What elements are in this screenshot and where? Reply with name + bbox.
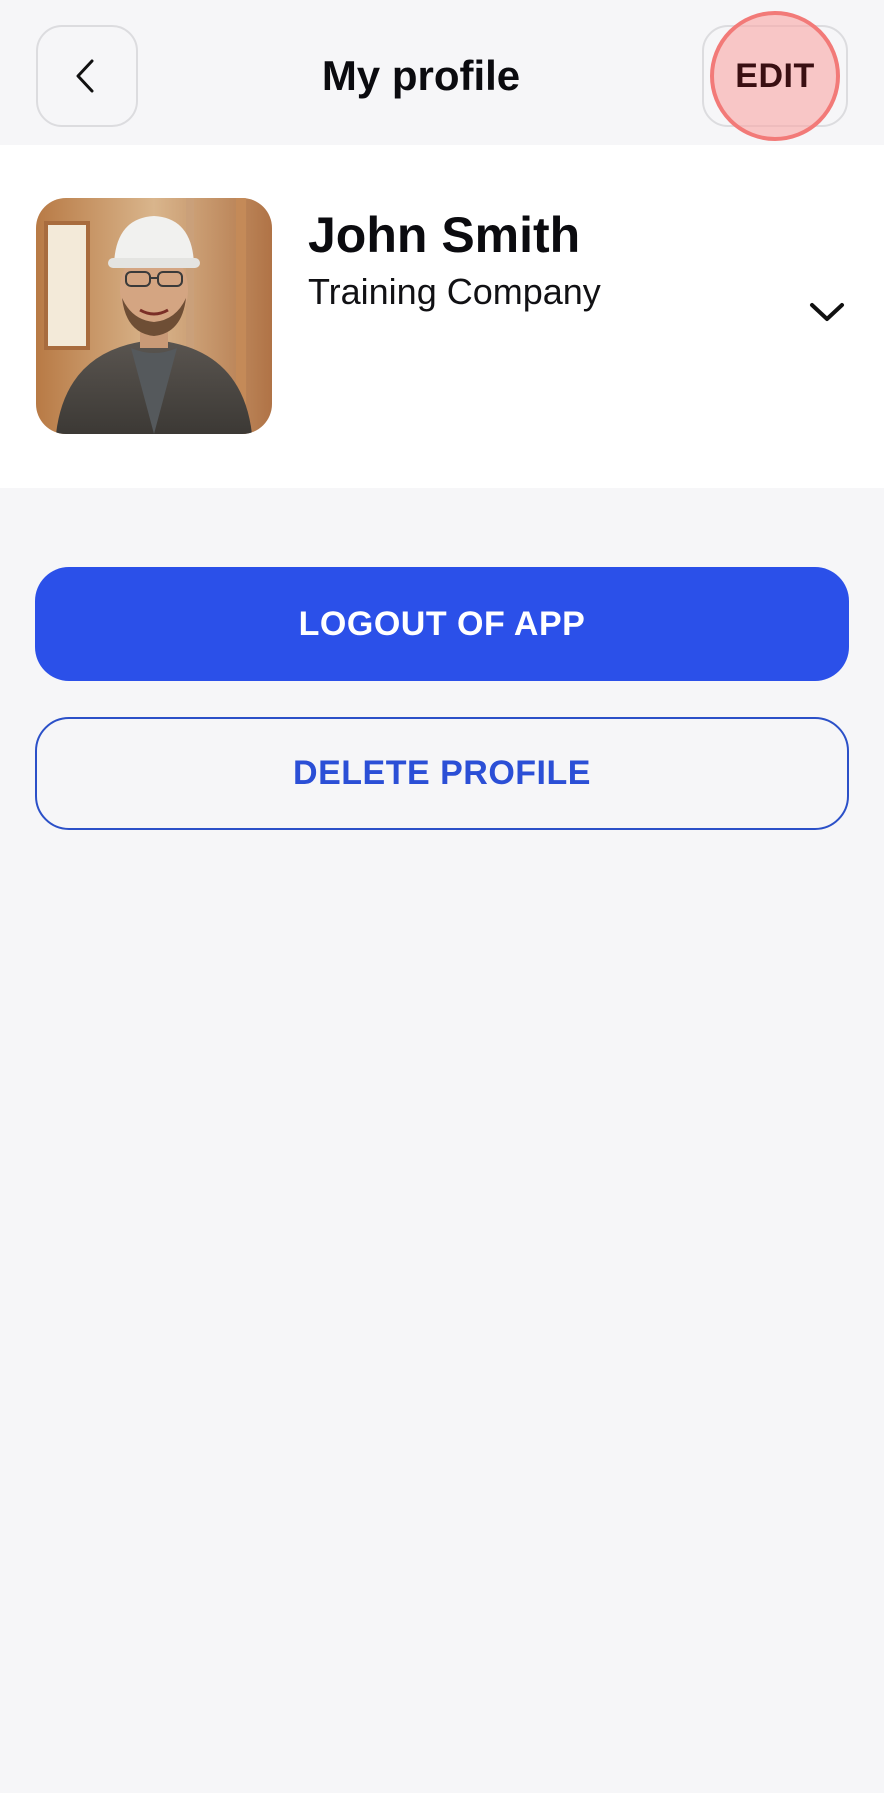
expand-profile-button[interactable] bbox=[800, 285, 854, 339]
chevron-down-icon bbox=[810, 303, 844, 321]
logout-button[interactable]: LOGOUT OF APP bbox=[35, 567, 849, 681]
avatar-photo bbox=[36, 198, 272, 434]
delete-profile-button[interactable]: DELETE PROFILE bbox=[35, 717, 849, 830]
profile-card: John Smith Training Company bbox=[0, 145, 884, 488]
profile-company: Training Company bbox=[308, 271, 601, 312]
profile-name: John Smith bbox=[308, 207, 581, 263]
edit-button[interactable]: EDIT bbox=[710, 11, 840, 141]
edit-button-label: EDIT bbox=[735, 56, 815, 95]
header-bar: My profile EDIT bbox=[0, 0, 884, 145]
avatar bbox=[36, 198, 272, 434]
